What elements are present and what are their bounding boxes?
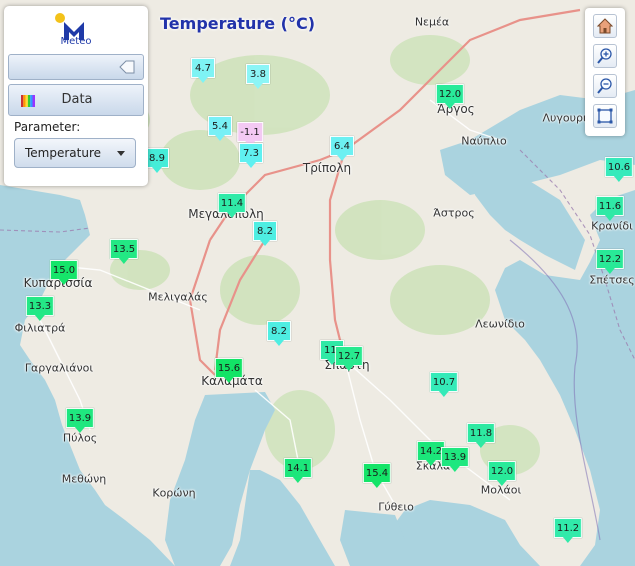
- collapse-arrow-icon: [119, 60, 135, 74]
- place-label: Σπέτσες: [589, 273, 635, 287]
- station-marker[interactable]: 12.0: [487, 461, 517, 486]
- station-marker[interactable]: 13.3: [25, 296, 55, 321]
- place-label: Νεμέα: [414, 15, 450, 29]
- station-marker[interactable]: 11.6: [595, 196, 625, 221]
- zoom-in-button[interactable]: [593, 44, 617, 68]
- place-label: Λεωνίδιο: [475, 317, 525, 331]
- station-marker[interactable]: 15.6: [214, 358, 244, 383]
- station-marker[interactable]: 4.7: [191, 58, 215, 83]
- map-title: Temperature (°C): [160, 14, 316, 33]
- collapse-panel-button[interactable]: [8, 54, 144, 80]
- place-label: Κορώνη: [152, 486, 196, 500]
- station-marker[interactable]: 11.4: [217, 193, 247, 218]
- station-marker[interactable]: 14.1: [283, 458, 313, 483]
- station-marker[interactable]: 11.2: [553, 518, 583, 543]
- place-label: Μελιγαλάς: [148, 290, 208, 304]
- place-label: Φιλιατρά: [14, 321, 66, 335]
- data-button-label: Data: [61, 92, 93, 107]
- parameter-select-value: Temperature: [25, 146, 102, 160]
- place-label: Κρανίδι: [591, 219, 633, 233]
- station-marker[interactable]: 10.6: [604, 157, 634, 182]
- fit-extent-icon: [597, 108, 613, 124]
- station-marker[interactable]: 12.0: [435, 84, 465, 109]
- chevron-down-icon: [117, 151, 125, 156]
- station-marker[interactable]: 6.4: [330, 136, 354, 161]
- zoom-in-icon: [597, 48, 612, 64]
- station-marker[interactable]: 12.2: [595, 249, 625, 274]
- parameter-select[interactable]: Temperature: [14, 138, 136, 168]
- home-icon: [597, 18, 613, 34]
- parameter-label: Parameter:: [14, 120, 81, 134]
- home-button[interactable]: [593, 14, 617, 38]
- station-marker[interactable]: 15.4: [362, 463, 392, 488]
- place-label: Ναύπλιο: [461, 134, 507, 148]
- fit-extent-button[interactable]: [593, 104, 617, 128]
- zoom-out-button[interactable]: [593, 74, 617, 98]
- station-marker[interactable]: 8.2: [267, 321, 291, 346]
- station-marker[interactable]: 8.9: [145, 148, 169, 173]
- station-marker[interactable]: 7.3: [239, 143, 263, 168]
- zoom-out-icon: [597, 78, 612, 94]
- control-panel: Meteo Data Parameter: Temperature: [4, 6, 148, 186]
- place-label: Γαργαλιάνοι: [24, 361, 94, 375]
- place-label: Γύθειο: [378, 500, 414, 514]
- station-marker[interactable]: 13.5: [109, 239, 139, 264]
- station-marker[interactable]: 12.7: [334, 346, 364, 371]
- station-marker[interactable]: 3.8: [246, 64, 270, 89]
- station-marker[interactable]: 8.2: [253, 221, 277, 246]
- place-label: Πύλος: [62, 431, 98, 445]
- logo-text: Meteo: [60, 36, 92, 47]
- data-button[interactable]: Data: [8, 84, 144, 116]
- place-label: Μεθώνη: [61, 472, 107, 486]
- station-marker[interactable]: 10.7: [429, 372, 459, 397]
- station-marker[interactable]: 13.9: [65, 408, 95, 433]
- place-label: Τρίπολη: [302, 161, 352, 175]
- station-marker[interactable]: 13.9: [440, 447, 470, 472]
- station-marker[interactable]: -1.1: [237, 122, 263, 147]
- station-marker[interactable]: 15.0: [49, 260, 79, 285]
- map-controls: [585, 8, 625, 136]
- station-marker[interactable]: 5.4: [208, 116, 232, 141]
- station-marker[interactable]: 11.8: [466, 423, 496, 448]
- place-label: Άστρος: [433, 206, 475, 220]
